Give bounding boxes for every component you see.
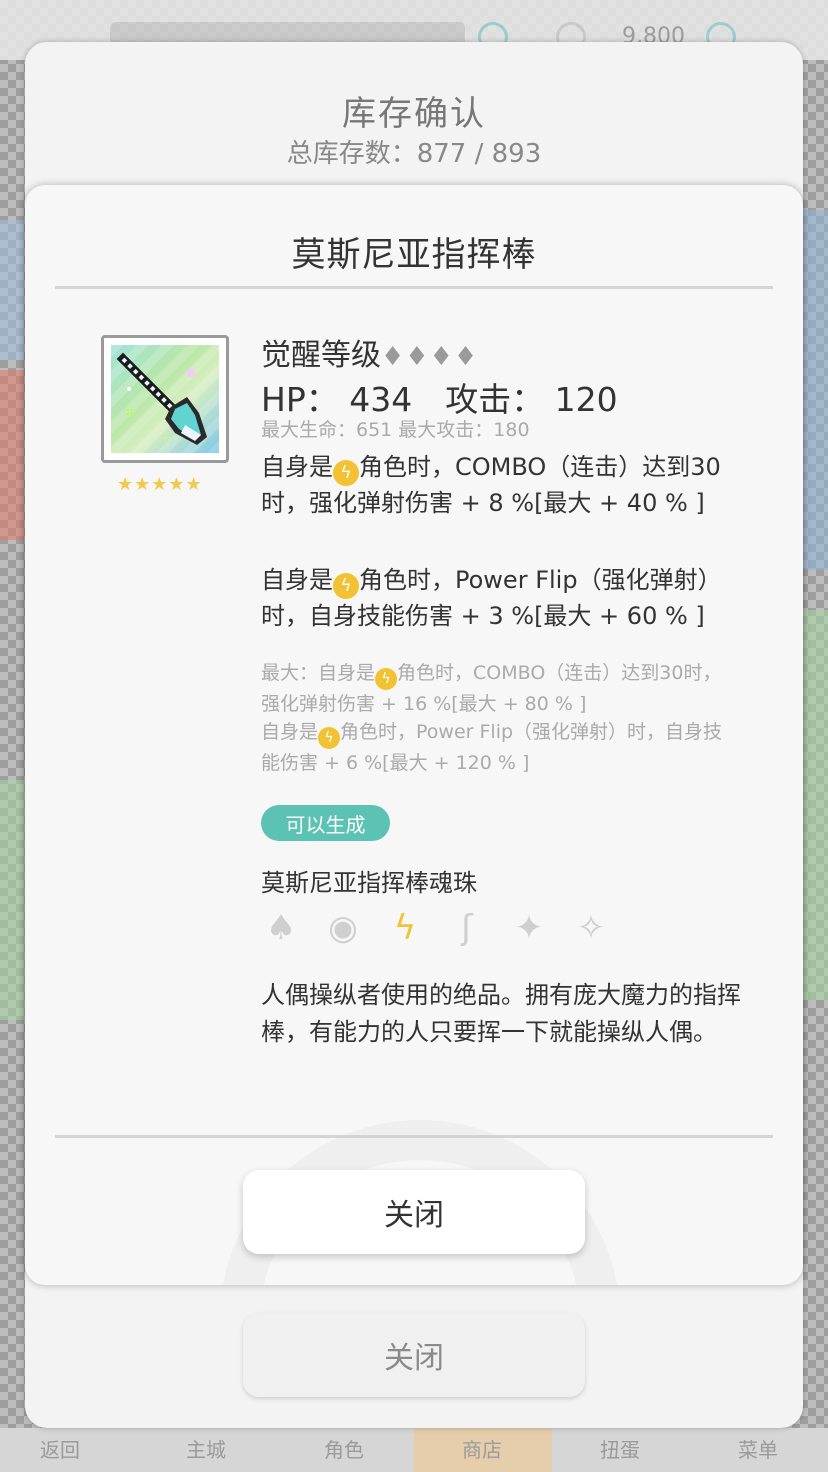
nav-gacha: 扭蛋 bbox=[600, 1438, 640, 1462]
nav-town: 主城 bbox=[186, 1438, 226, 1462]
fire-icon: ♠ bbox=[265, 908, 297, 948]
svg-text:+: + bbox=[159, 428, 172, 447]
item-icon-frame: + + bbox=[101, 335, 229, 463]
awaken-diamonds: ♦♦♦♦ bbox=[381, 342, 479, 372]
bottom-navigation: 返回 主城 角色 商店 扭蛋 菜单 bbox=[0, 1428, 828, 1472]
max-skill-effects: 最大：自身是 ϟ 角色时，COMBO（连击）达到30时，强化弹射伤害 + 16 %[… bbox=[261, 659, 731, 777]
soul-orb-name: 莫斯尼亚指挥棒魂珠 bbox=[261, 869, 477, 897]
awaken-level: 觉醒等级♦♦♦♦ bbox=[261, 330, 731, 374]
awaken-label: 觉醒等级 bbox=[261, 338, 381, 373]
lightning-icon: ϟ bbox=[393, 908, 417, 948]
divider bbox=[55, 1135, 773, 1138]
background-panel bbox=[0, 780, 26, 1020]
conductor-baton-icon: + + bbox=[111, 345, 219, 453]
inventory-title: 库存确认 bbox=[342, 94, 486, 134]
lightning-bolt-icon: ϟ bbox=[333, 573, 359, 599]
item-stats: HP： 434 攻击： 120 bbox=[261, 380, 618, 419]
inventory-count: 总库存数：877 / 893 bbox=[286, 139, 542, 169]
rarity-stars: ★★★★★ bbox=[117, 474, 203, 495]
item-max-stats: 最大生命：651 最大攻击：180 bbox=[261, 419, 530, 441]
craftable-badge: 可以生成 bbox=[261, 805, 390, 841]
lightning-bolt-icon: ϟ bbox=[318, 727, 341, 749]
dark-icon: ✧ bbox=[576, 908, 606, 948]
background-panel bbox=[0, 220, 24, 360]
nav-shop: 商店 bbox=[462, 1438, 502, 1462]
nav-character: 角色 bbox=[324, 1438, 364, 1462]
max-skill-effect-2: 自身是 ϟ 角色时，Power Flip（强化弹射）时，自身技能伤害 + 6 %[最… bbox=[261, 718, 731, 777]
svg-text:+: + bbox=[123, 402, 136, 421]
nav-back: 返回 bbox=[40, 1438, 80, 1462]
lightning-bolt-icon: ϟ bbox=[375, 668, 398, 690]
item-description: 人偶操纵者使用的绝品。拥有庞大魔力的指挥棒，有能力的人只要挥一下就能操纵人偶。 bbox=[261, 981, 741, 1046]
lightning-bolt-icon: ϟ bbox=[333, 460, 359, 486]
skill-effect-1: 自身是 ϟ 角色时，COMBO（连击）达到30时，强化弹射伤害 + 8 %[最大 +… bbox=[261, 450, 731, 520]
wind-icon: ʃ bbox=[461, 908, 473, 948]
light-icon: ✦ bbox=[514, 908, 544, 948]
item-name: 莫斯尼亚指挥棒 bbox=[291, 235, 537, 275]
nav-menu: 菜单 bbox=[738, 1438, 778, 1462]
divider bbox=[55, 286, 773, 289]
inventory-close-button[interactable]: 关闭 bbox=[243, 1313, 585, 1397]
skill-effect-2: 自身是 ϟ 角色时，Power Flip（强化弹射）时，自身技能伤害 + 3 %[最… bbox=[261, 563, 731, 633]
skill-prefix: 自身是 bbox=[261, 453, 333, 481]
max-skill-prefix: 最大：自身是 bbox=[261, 662, 376, 684]
water-icon: ◉ bbox=[328, 908, 358, 948]
background-panel bbox=[0, 370, 24, 540]
background-panel bbox=[800, 210, 828, 570]
max-skill-prefix: 自身是 bbox=[261, 721, 319, 743]
max-skill-effect-1: 最大：自身是 ϟ 角色时，COMBO（连击）达到30时，强化弹射伤害 + 16 %[… bbox=[261, 659, 731, 718]
background-panel bbox=[800, 610, 828, 1000]
close-button[interactable]: 关闭 bbox=[243, 1170, 585, 1254]
item-detail-dialog: 莫斯尼亚指挥棒 + + ★★★★★ 觉醒等级♦♦♦♦ HP： 434 攻击： 1… bbox=[25, 185, 803, 1285]
skill-prefix: 自身是 bbox=[261, 566, 333, 594]
